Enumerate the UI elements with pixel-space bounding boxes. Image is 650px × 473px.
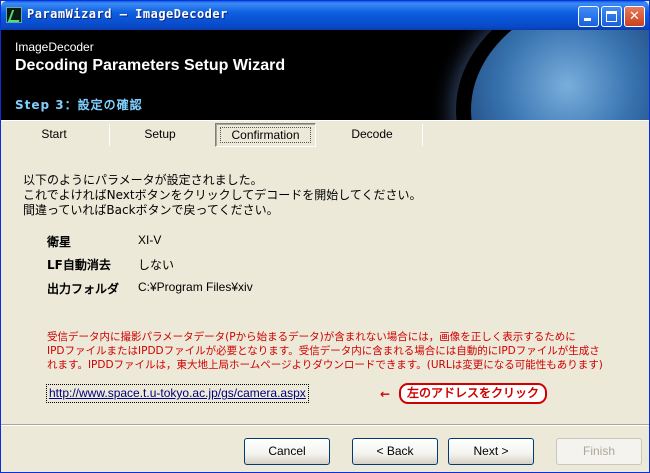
param-value-satellite: XI-V xyxy=(138,233,162,247)
camera-url-link[interactable]: http://www.space.t.u-tokyo.ac.jp/gs/came… xyxy=(46,384,309,403)
title-bar[interactable]: ParamWizard – ImageDecoder ✕ xyxy=(1,1,649,30)
tab-label: Decode xyxy=(351,127,393,141)
minimize-button[interactable] xyxy=(578,6,599,27)
button-divider xyxy=(1,424,649,426)
tab-setup[interactable]: Setup xyxy=(115,123,205,147)
param-label-satellite: 衛星 xyxy=(47,235,72,249)
wizard-tabs: Start Setup Confirmation Decode xyxy=(1,120,649,148)
tab-start[interactable]: Start xyxy=(9,123,99,147)
intro-line: 間違っていればBackボタンで戻ってください。 xyxy=(23,203,279,217)
header-subtitle: ImageDecoder xyxy=(15,40,94,54)
window-title: ParamWizard – ImageDecoder xyxy=(27,7,228,21)
param-label-lf-delete: LF自動消去 xyxy=(47,258,111,272)
maximize-button[interactable] xyxy=(601,6,622,27)
next-button[interactable]: Next > xyxy=(448,438,534,465)
tab-confirmation[interactable]: Confirmation xyxy=(215,123,316,147)
wizard-window: ParamWizard – ImageDecoder ✕ ImageDecode… xyxy=(0,0,650,473)
left-arrow-icon: ← xyxy=(380,387,391,401)
tab-decode[interactable]: Decode xyxy=(327,123,417,147)
cancel-button[interactable]: Cancel xyxy=(244,438,330,465)
click-callout: 左のアドレスをクリック xyxy=(399,383,548,404)
param-value-output-folder: C:¥Program Files¥xiv xyxy=(138,280,253,294)
tab-label: Confirmation xyxy=(220,127,311,143)
ipd-note: 受信データ内に撮影パラメータデータ(Pから始まるデータ)が含まれない場合には，画… xyxy=(47,330,627,372)
note-line: IPDファイルまたはIPDDファイルが必要となります。受信データ内に含まれる場合… xyxy=(47,345,600,357)
tab-label: Start xyxy=(41,127,67,141)
tab-separator xyxy=(422,124,423,146)
note-line: 受信データ内に撮影パラメータデータ(Pから始まるデータ)が含まれない場合には，画… xyxy=(47,331,576,343)
param-label-output-folder: 出力フォルダ xyxy=(47,282,120,296)
back-button[interactable]: < Back xyxy=(352,438,438,465)
param-value-lf-delete: しない xyxy=(138,258,175,272)
intro-line: 以下のようにパラメータが設定されました。 xyxy=(23,173,263,187)
note-line: れます。IPDDファイルは，東大地上局ホームページよりダウンロードできます。(U… xyxy=(47,359,603,371)
finish-button[interactable]: Finish xyxy=(556,438,642,465)
header-title: Decoding Parameters Setup Wizard xyxy=(15,57,286,74)
earth-image xyxy=(471,30,649,120)
tab-label: Setup xyxy=(144,127,176,141)
confirmation-panel: 以下のようにパラメータが設定されました。 これでよければNextボタンをクリック… xyxy=(1,149,649,424)
tab-separator xyxy=(109,124,110,146)
wizard-header: ImageDecoder Decoding Parameters Setup W… xyxy=(1,30,649,120)
intro-line: これでよければNextボタンをクリックしてデコードを開始してください。 xyxy=(23,188,422,202)
app-icon xyxy=(6,7,22,23)
close-button[interactable]: ✕ xyxy=(624,6,645,27)
intro-text: 以下のようにパラメータが設定されました。 これでよければNextボタンをクリック… xyxy=(23,173,422,218)
step-indicator: Step 3：設定の確認 xyxy=(15,98,143,112)
